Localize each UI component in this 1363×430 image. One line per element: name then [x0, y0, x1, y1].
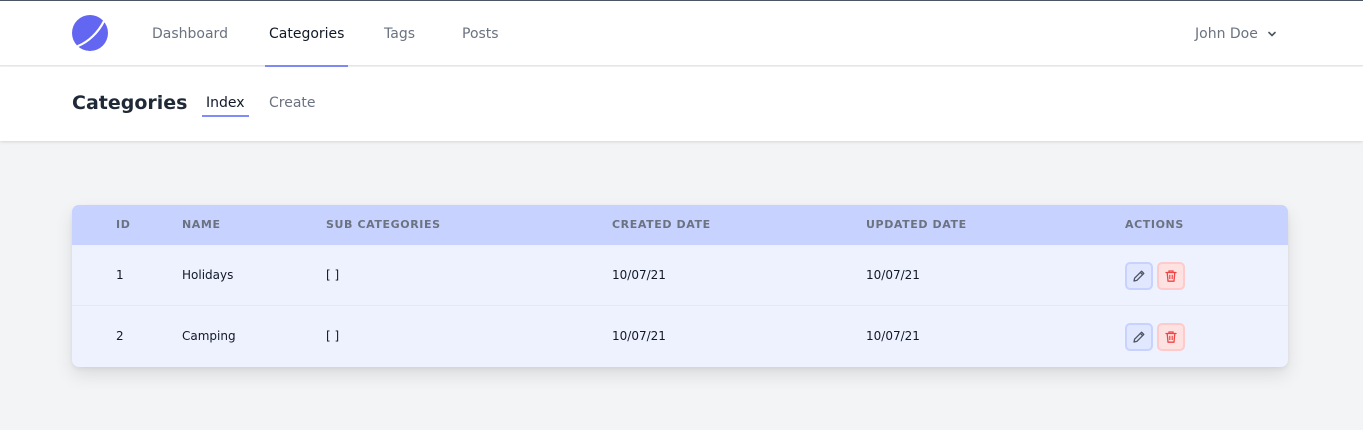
cell-updated-date: 10/07/21 [866, 329, 920, 343]
edit-button[interactable] [1125, 262, 1153, 290]
cell-id: 2 [116, 329, 124, 343]
user-menu[interactable]: John Doe [1195, 1, 1278, 66]
categories-table: ID NAME SUB CATEGORIES CREATED DATE UPDA… [72, 205, 1288, 367]
cell-sub-categories: [ ] [326, 268, 340, 282]
trash-icon [1165, 270, 1177, 282]
top-navbar: Dashboard Categories Tags Posts John Doe [0, 1, 1363, 67]
pencil-icon [1133, 270, 1145, 282]
nav-categories[interactable]: Categories [264, 1, 349, 67]
cell-sub-categories: [ ] [326, 329, 340, 343]
table-row: 2 Camping [ ] 10/07/21 10/07/21 [72, 306, 1288, 367]
cell-name: Holidays [182, 268, 234, 282]
column-header-name: NAME [182, 218, 221, 231]
column-header-id: ID [116, 218, 131, 231]
tab-index[interactable]: Index [202, 95, 249, 117]
nav-dashboard[interactable]: Dashboard [152, 1, 228, 66]
column-header-sub-categories: SUB CATEGORIES [326, 218, 441, 231]
cell-name: Camping [182, 329, 236, 343]
table-row: 1 Holidays [ ] 10/07/21 10/07/21 [72, 245, 1288, 306]
page-header: Categories Index Create [0, 67, 1363, 141]
cell-created-date: 10/07/21 [612, 268, 666, 282]
cell-updated-date: 10/07/21 [866, 268, 920, 282]
table-header: ID NAME SUB CATEGORIES CREATED DATE UPDA… [72, 205, 1288, 245]
cell-id: 1 [116, 268, 124, 282]
trash-icon [1165, 331, 1177, 343]
nav-posts[interactable]: Posts [462, 1, 499, 66]
delete-button[interactable] [1157, 262, 1185, 290]
pencil-icon [1133, 331, 1145, 343]
logo-icon[interactable] [72, 15, 108, 51]
tab-create[interactable]: Create [265, 95, 320, 115]
column-header-updated-date: UPDATED DATE [866, 218, 967, 231]
nav-tags[interactable]: Tags [384, 1, 415, 66]
page-title: Categories [72, 92, 188, 114]
cell-created-date: 10/07/21 [612, 329, 666, 343]
user-name: John Doe [1195, 25, 1258, 42]
chevron-down-icon [1268, 31, 1276, 36]
column-header-actions: ACTIONS [1125, 218, 1184, 231]
edit-button[interactable] [1125, 323, 1153, 351]
column-header-created-date: CREATED DATE [612, 218, 711, 231]
delete-button[interactable] [1157, 323, 1185, 351]
